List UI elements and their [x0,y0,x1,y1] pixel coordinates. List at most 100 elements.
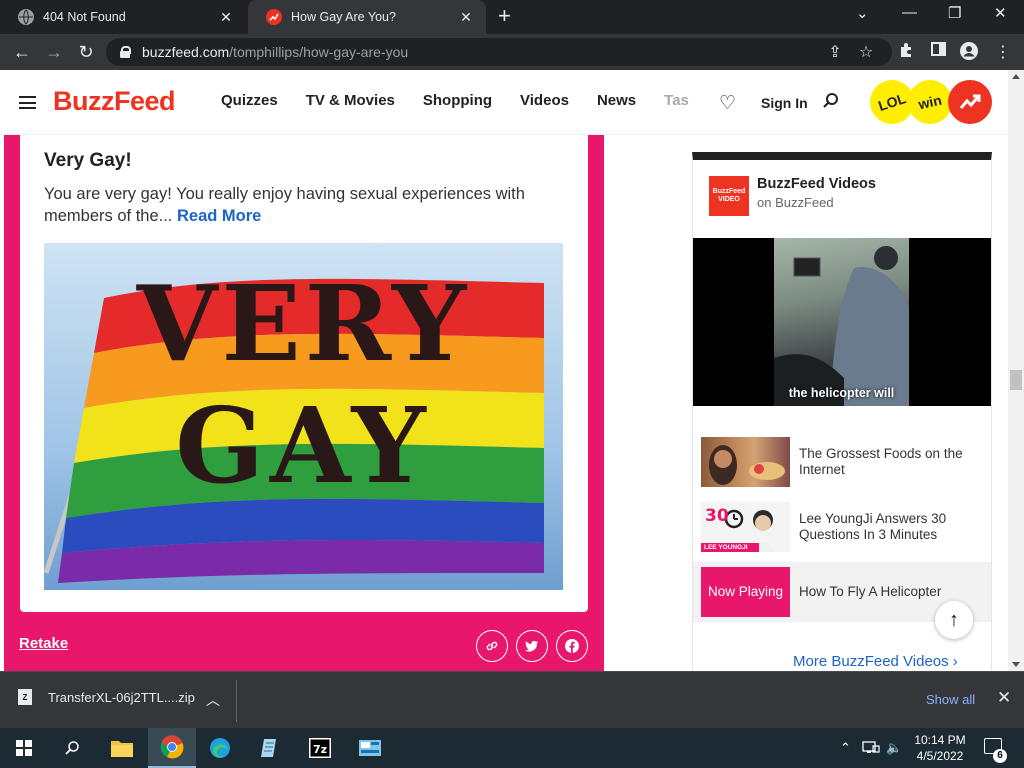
heart-icon[interactable]: ♡ [719,92,736,115]
back-arrow-icon[interactable]: ← [10,40,34,64]
buzzfeed-trending-icon [266,9,282,25]
video-title: Lee YoungJi Answers 30 Questions In 3 Mi… [799,511,947,542]
restore-icon[interactable]: ❐ [948,4,961,22]
chevron-up-icon[interactable]: ︿ [206,690,220,710]
now-playing-badge: Now Playing [701,567,790,617]
channel-sub: on BuzzFeed [757,195,834,210]
image-text-gay: GAY [175,384,432,507]
globe-icon [18,9,34,25]
retake-link[interactable]: Retake [19,635,68,652]
clock-time: 10:14 PM [914,733,966,747]
svg-text:7z: 7z [313,743,327,756]
clock-date: 4/5/2022 [916,749,964,763]
result-description: You are very gay! You really enjoy havin… [44,183,574,227]
video-list-item[interactable]: 30 LEE YOUNGJI Lee YoungJi Answers 30 Qu… [693,497,991,557]
reload-icon[interactable]: ↻ [74,40,98,64]
facebook-icon[interactable] [556,630,588,662]
edge-icon[interactable] [196,728,244,768]
tab-title: 404 Not Found [43,10,126,24]
video-list-item[interactable]: The Grossest Foods on the Internet [693,432,991,492]
buzzfeed-video-logo[interactable]: BuzzFeed VIDEO [709,176,749,216]
zip-file-icon: Z [18,689,32,705]
tab-404-not-found[interactable]: 404 Not Found ✕ [0,0,246,34]
video-caption: the helicopter will [788,386,895,400]
tab-search-chevron-icon[interactable]: ⌄ [856,4,869,22]
divider [236,680,237,722]
scroll-down-arrow-icon[interactable] [1012,662,1020,667]
scrollbar-thumb[interactable] [1010,370,1022,390]
site-header: BuzzFeed Quizzes TV & Movies Shopping Vi… [0,70,1008,135]
nav-tasty[interactable]: Tas [664,92,689,109]
7zip-icon[interactable]: 7z [296,728,344,768]
search-icon[interactable] [48,728,96,768]
nav-quizzes[interactable]: Quizzes [221,92,278,109]
url-host: buzzfeed.com [142,44,230,60]
menu-kebab-icon[interactable]: ⋮ [992,42,1014,64]
copy-link-icon[interactable] [476,630,508,662]
video-title: How To Fly A Helicopter [799,584,942,599]
scroll-to-top-arrow-icon[interactable]: ↑ [935,601,973,639]
file-explorer-icon[interactable] [98,728,146,768]
page-content: Very Gay! You are very gay! You really e… [0,135,1008,671]
nav-shopping[interactable]: Shopping [423,92,492,109]
download-filename: TransferXL-06j2TTL....zip [48,689,195,705]
new-tab-plus-icon[interactable]: + [498,5,511,27]
lock-icon[interactable] [120,46,131,58]
quiz-result-card: Very Gay! You are very gay! You really e… [4,135,604,671]
url-path: /tomphillips/how-gay-are-you [229,44,409,60]
thumb-number: 30 [705,506,729,526]
tray-chevron-icon[interactable]: ⌃ [840,740,851,756]
image-text-very: VERY [136,262,471,385]
close-tab-icon[interactable]: ✕ [458,9,474,26]
extensions-puzzle-icon[interactable] [895,42,917,64]
close-window-icon[interactable]: ✕ [994,4,1007,22]
side-panel-icon[interactable] [927,42,949,64]
address-bar[interactable]: buzzfeed.com/tomphillips/how-gay-are-you [106,38,892,66]
close-tab-icon[interactable]: ✕ [218,9,234,26]
notepad-icon[interactable] [246,728,294,768]
show-all-button[interactable]: Show all [926,692,975,707]
profile-avatar-icon[interactable] [958,42,980,64]
download-item[interactable]: Z TransferXL-06j2TTL....zip [18,689,195,705]
minimize-icon[interactable]: — [902,4,917,21]
result-description-text: You are very gay! You really enjoy havin… [44,185,525,225]
nav-news[interactable]: News [597,92,636,109]
share-icon[interactable]: ⇪ [824,42,846,64]
main-nav: Quizzes TV & Movies Shopping Videos News… [221,92,689,109]
result-panel: Very Gay! You are very gay! You really e… [20,135,588,612]
bookmark-star-icon[interactable]: ☆ [855,42,877,64]
scroll-up-arrow-icon[interactable] [1012,74,1020,79]
twitter-icon[interactable] [516,630,548,662]
windows-start-icon[interactable] [16,740,32,756]
read-more-link[interactable]: Read More [177,207,261,225]
tab-title: How Gay Are You? [291,10,396,24]
volume-icon[interactable]: 🔈 [886,740,902,756]
trending-badge-icon[interactable] [948,80,992,124]
video-frame: the helicopter will [774,238,909,406]
download-bar: Z TransferXL-06j2TTL....zip ︿ Show all ✕ [0,671,1024,728]
result-image: VERY GAY [44,243,563,590]
channel-name[interactable]: BuzzFeed Videos [757,176,876,192]
sign-in-link[interactable]: Sign In [761,95,808,111]
result-title: Very Gay! [44,150,132,171]
video-player[interactable]: the helicopter will [693,238,991,406]
buzzfeed-logo[interactable]: BuzzFeed [53,86,176,117]
windows-taskbar: 7z ⌃ 🔈 10:14 PM 4/5/2022 6 [0,728,1024,768]
tab-how-gay-are-you[interactable]: How Gay Are You? ✕ [248,0,486,34]
video-thumbnail: 30 LEE YOUNGJI [701,502,790,552]
control-panel-icon[interactable] [346,728,394,768]
chrome-icon[interactable] [148,728,196,768]
video-thumbnail [701,437,790,487]
system-clock[interactable]: 10:14 PM 4/5/2022 [910,732,970,764]
nav-videos[interactable]: Videos [520,92,569,109]
close-download-bar-icon[interactable]: ✕ [997,688,1011,708]
page-scrollbar[interactable] [1008,70,1024,671]
search-icon[interactable] [822,92,840,110]
browser-tab-strip: 404 Not Found ✕ How Gay Are You? ✕ + ⌄ —… [0,0,1024,34]
more-videos-link[interactable]: More BuzzFeed Videos › [793,653,958,670]
forward-arrow-icon[interactable]: → [42,40,66,64]
nav-tv-movies[interactable]: TV & Movies [306,92,395,109]
hamburger-menu-icon[interactable] [19,96,36,109]
notification-count: 6 [993,749,1007,763]
network-icon[interactable] [862,740,880,757]
